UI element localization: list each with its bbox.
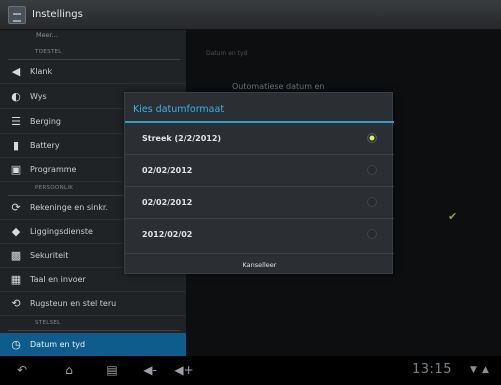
action-bar: Instellings <box>0 0 501 30</box>
cancel-button[interactable]: Kanselleer <box>125 253 394 275</box>
option-label: 2012/02/02 <box>142 230 193 239</box>
sidebar-item-label: Datum en tyd <box>30 340 86 349</box>
radio-unselected-icon[interactable] <box>367 165 377 175</box>
battery-status-icon: ▲ <box>482 365 489 375</box>
sidebar-item-label: Sekuriteit <box>30 251 69 260</box>
recent-apps-icon[interactable]: ▤ <box>98 362 126 378</box>
restore-icon: ⟲ <box>11 297 21 310</box>
settings-app-icon[interactable] <box>8 6 26 24</box>
sync-icon: ⟳ <box>11 201 21 214</box>
date-format-option[interactable]: 02/02/2012 <box>125 187 394 219</box>
section-header-stelsel: STELSEL <box>0 315 186 331</box>
apps-icon: ▣ <box>10 163 22 176</box>
radio-unselected-icon[interactable] <box>367 229 377 239</box>
sidebar-item-label: Berging <box>30 117 62 126</box>
sidebar-item-label: Wys <box>30 92 47 101</box>
sidebar-item-label: Rugsteun en stel teru <box>30 299 117 308</box>
section-caption: STELSEL <box>35 320 61 326</box>
radio-selected-icon[interactable] <box>367 133 377 143</box>
sidebar-item-more[interactable]: Meer... <box>0 30 186 44</box>
option-label: 02/02/2012 <box>142 198 193 207</box>
section-caption: TOESTEL <box>35 49 62 55</box>
speaker-icon: ◀ <box>11 65 21 78</box>
sidebar-item-label: Taal en invoer <box>30 275 86 284</box>
sidebar-item-datum-en-tyd[interactable]: ◷ Datum en tyd <box>0 333 186 356</box>
location-icon: ◆ <box>11 225 21 238</box>
wifi-icon: ▼ <box>470 365 477 375</box>
sidebar-item-label: Klank <box>30 67 53 76</box>
section-header-toestel: TOESTEL <box>0 44 186 60</box>
volume-down-icon[interactable]: ◀- <box>136 362 164 378</box>
dialog-title: Kies datumformaat <box>133 104 225 115</box>
radio-unselected-icon[interactable] <box>367 197 377 207</box>
volume-up-icon[interactable]: ◀+ <box>170 362 198 378</box>
battery-icon: ▮ <box>12 139 20 152</box>
home-icon[interactable]: ⌂ <box>55 362 83 378</box>
sidebar-item-label: Programme <box>30 165 77 174</box>
option-label: Streek (2/2/2012) <box>142 134 222 143</box>
system-bar: ↶ ⌂ ▤ ◀- ◀+ 13:15 ▼ ▲ <box>0 356 501 385</box>
clock-icon: ◷ <box>11 338 21 351</box>
sidebar-item-rugsteun[interactable]: ⟲ Rugsteun en stel teru <box>0 292 186 316</box>
checkbox-checked-icon[interactable]: ✔ <box>448 210 457 223</box>
detail-item-auto-date[interactable]: Outomatiese datum en <box>232 82 325 91</box>
app-title: Instellings <box>32 9 83 20</box>
detail-header: Datum en tyd <box>206 50 248 57</box>
sidebar-item-label: Rekeninge en sinkr. <box>30 203 109 212</box>
sidebar-item-label: Liggingsdienste <box>30 227 93 236</box>
storage-icon: ☰ <box>11 115 21 128</box>
lock-icon: ▩ <box>10 249 22 262</box>
back-icon[interactable]: ↶ <box>8 362 36 378</box>
option-label: 02/02/2012 <box>142 166 193 175</box>
clock[interactable]: 13:15 <box>412 362 452 377</box>
sidebar-item-label: Meer... <box>36 31 58 39</box>
sidebar-item-klank[interactable]: ◀ Klank <box>0 60 186 84</box>
date-format-dialog: Kies datumformaat Streek (2/2/2012) 02/0… <box>124 92 394 275</box>
display-icon: ◐ <box>11 90 21 103</box>
date-format-option[interactable]: 02/02/2012 <box>125 155 394 187</box>
keyboard-icon: ▦ <box>10 273 22 286</box>
section-caption: PERSOONLIK <box>35 185 74 191</box>
date-format-option[interactable]: Streek (2/2/2012) <box>125 123 394 155</box>
sidebar-item-label: Battery <box>30 141 60 150</box>
date-format-option[interactable]: 2012/02/02 <box>125 219 394 251</box>
